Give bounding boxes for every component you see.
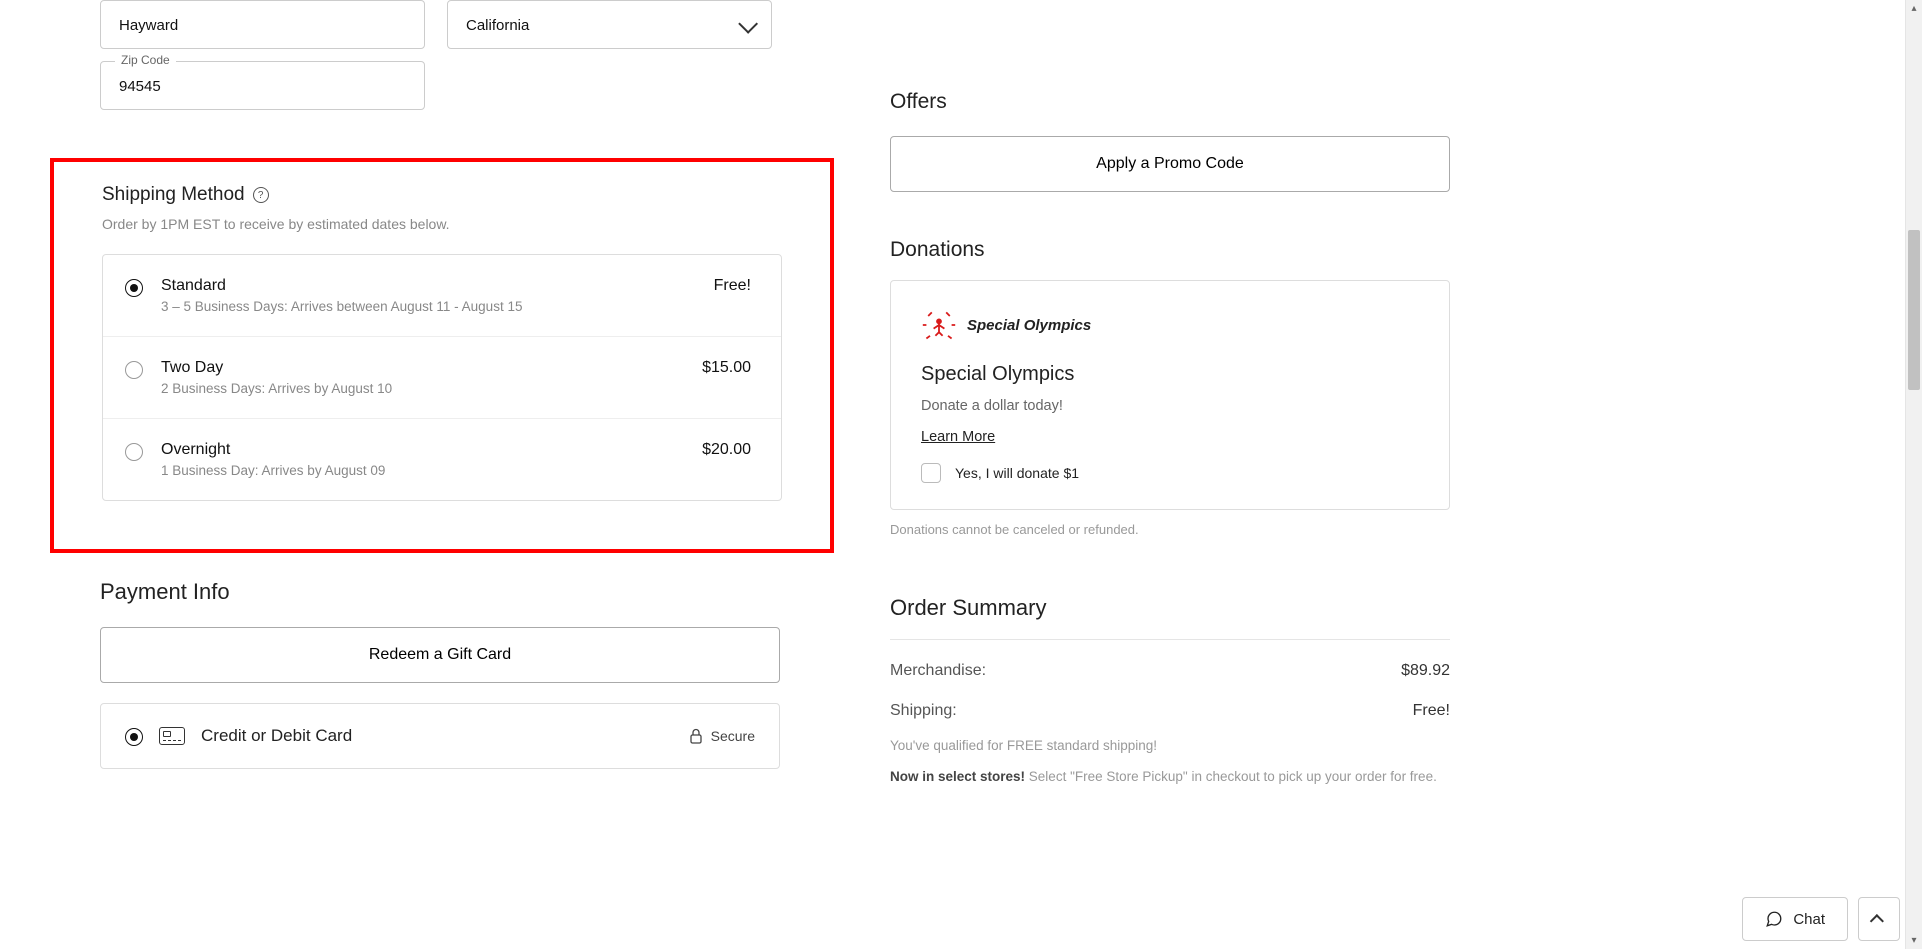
shipping-option-name: Two Day bbox=[161, 359, 684, 377]
shipping-option-desc: 1 Business Day: Arrives by August 09 bbox=[161, 463, 684, 478]
payment-method-name: Credit or Debit Card bbox=[201, 726, 352, 746]
chat-expand-button[interactable] bbox=[1858, 897, 1900, 941]
scrollbar-thumb[interactable] bbox=[1908, 230, 1920, 390]
scrollbar[interactable]: ▴ ▾ bbox=[1905, 0, 1922, 949]
radio-icon[interactable] bbox=[125, 361, 143, 379]
donation-org-name: Special Olympics bbox=[921, 363, 1419, 386]
zip-field[interactable]: Zip Code 94545 bbox=[100, 61, 425, 110]
order-summary-title: Order Summary bbox=[890, 595, 1450, 621]
lock-icon bbox=[689, 728, 703, 744]
redeem-gift-card-button[interactable]: Redeem a Gift Card bbox=[100, 627, 780, 683]
shipping-option-name: Overnight bbox=[161, 441, 684, 459]
donation-learn-more-link[interactable]: Learn More bbox=[921, 429, 995, 445]
help-icon[interactable]: ? bbox=[253, 187, 269, 203]
chat-button[interactable]: Chat bbox=[1742, 897, 1848, 941]
special-olympics-logo-icon bbox=[921, 307, 957, 343]
merchandise-label: Merchandise: bbox=[890, 662, 986, 680]
chevron-up-icon bbox=[1870, 914, 1884, 928]
shipping-option-standard[interactable]: Standard 3 – 5 Business Days: Arrives be… bbox=[103, 255, 781, 337]
city-field[interactable]: Hayward bbox=[100, 0, 425, 49]
donations-title: Donations bbox=[890, 238, 1450, 262]
special-olympics-wordmark: Special Olympics bbox=[967, 317, 1091, 334]
shipping-option-name: Standard bbox=[161, 277, 696, 295]
shipping-value: Free! bbox=[1413, 702, 1450, 720]
radio-icon[interactable] bbox=[125, 443, 143, 461]
store-pickup-note: Now in select stores! Select "Free Store… bbox=[890, 767, 1450, 787]
shipping-options: Standard 3 – 5 Business Days: Arrives be… bbox=[102, 254, 782, 501]
state-select[interactable]: California bbox=[447, 0, 772, 49]
store-pickup-rest: Select "Free Store Pickup" in checkout t… bbox=[1025, 769, 1437, 784]
donation-checkbox[interactable] bbox=[921, 463, 941, 483]
divider bbox=[890, 639, 1450, 640]
secure-label: Secure bbox=[711, 728, 755, 744]
payment-method-card[interactable]: Credit or Debit Card Secure bbox=[100, 703, 780, 769]
donation-footer-note: Donations cannot be canceled or refunded… bbox=[890, 522, 1450, 537]
shipping-option-price: $15.00 bbox=[702, 359, 751, 377]
donation-checkbox-label: Yes, I will donate $1 bbox=[955, 465, 1079, 481]
secure-badge: Secure bbox=[689, 728, 755, 744]
shipping-option-desc: 3 – 5 Business Days: Arrives between Aug… bbox=[161, 299, 696, 314]
shipping-option-overnight[interactable]: Overnight 1 Business Day: Arrives by Aug… bbox=[103, 419, 781, 500]
donation-card: Special Olympics Special Olympics Donate… bbox=[890, 280, 1450, 510]
shipping-label: Shipping: bbox=[890, 702, 957, 720]
credit-card-icon bbox=[159, 727, 185, 745]
store-pickup-bold: Now in select stores! bbox=[890, 769, 1025, 784]
shipping-method-title-text: Shipping Method bbox=[102, 184, 245, 206]
chevron-down-icon bbox=[738, 13, 758, 33]
shipping-note: Order by 1PM EST to receive by estimated… bbox=[102, 216, 782, 232]
offers-title: Offers bbox=[890, 90, 1450, 114]
shipping-option-desc: 2 Business Days: Arrives by August 10 bbox=[161, 381, 684, 396]
chat-icon bbox=[1765, 910, 1783, 928]
radio-icon[interactable] bbox=[125, 279, 143, 297]
zip-label: Zip Code bbox=[115, 53, 176, 67]
zip-value: 94545 bbox=[119, 78, 161, 95]
radio-icon[interactable] bbox=[125, 728, 143, 746]
chat-label: Chat bbox=[1793, 911, 1825, 928]
free-shipping-note: You've qualified for FREE standard shipp… bbox=[890, 738, 1450, 753]
donation-subtext: Donate a dollar today! bbox=[921, 398, 1419, 414]
scroll-up-arrow-icon[interactable]: ▴ bbox=[1906, 0, 1922, 17]
state-value: California bbox=[466, 17, 529, 34]
shipping-option-two-day[interactable]: Two Day 2 Business Days: Arrives by Augu… bbox=[103, 337, 781, 419]
shipping-option-price: Free! bbox=[714, 277, 751, 295]
shipping-method-title: Shipping Method ? bbox=[102, 184, 782, 206]
merchandise-value: $89.92 bbox=[1401, 662, 1450, 680]
payment-info-title: Payment Info bbox=[100, 579, 780, 605]
apply-promo-code-button[interactable]: Apply a Promo Code bbox=[890, 136, 1450, 192]
shipping-option-price: $20.00 bbox=[702, 441, 751, 459]
shipping-method-section: Shipping Method ? Order by 1PM EST to re… bbox=[50, 158, 834, 553]
scroll-down-arrow-icon[interactable]: ▾ bbox=[1906, 932, 1922, 949]
city-value: Hayward bbox=[119, 17, 178, 34]
